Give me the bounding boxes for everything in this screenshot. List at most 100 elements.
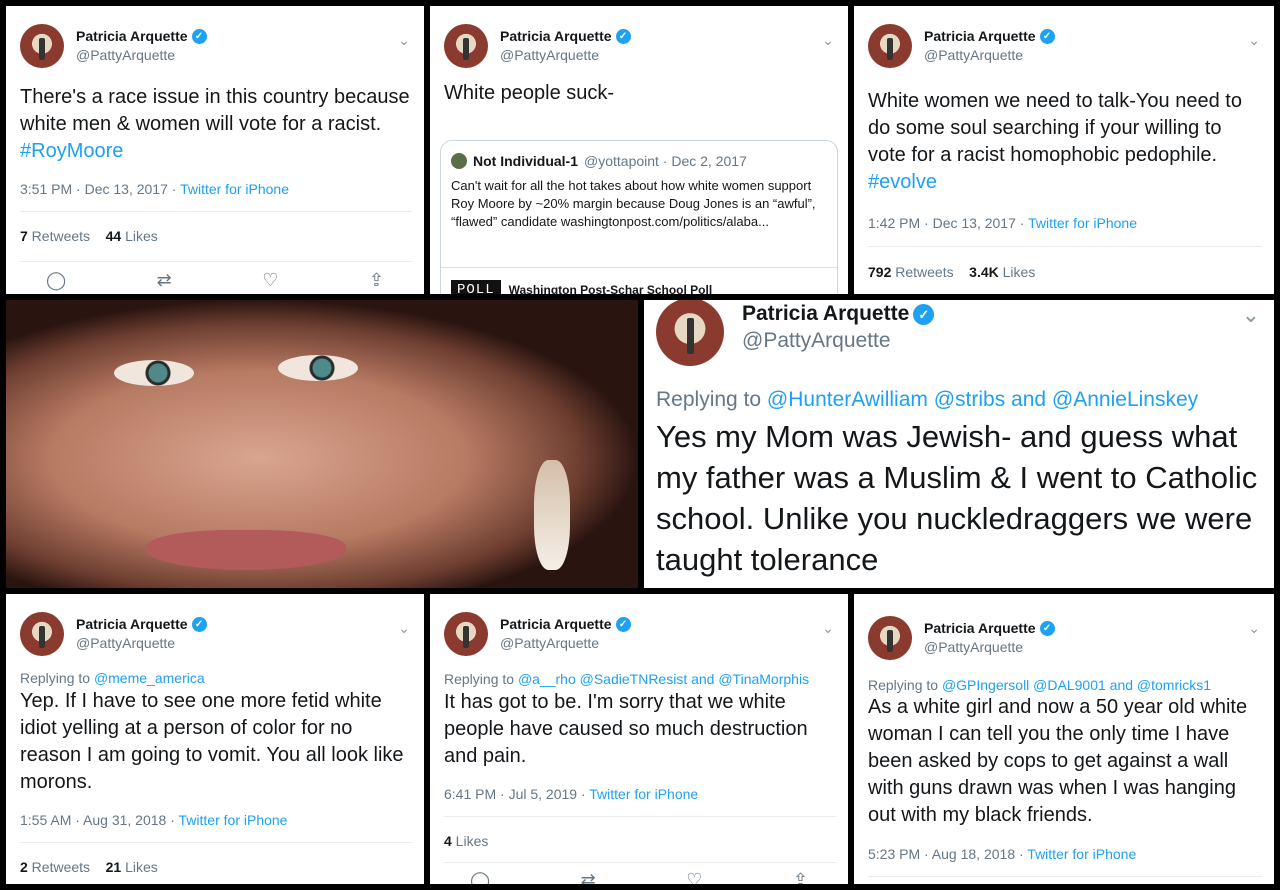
quoted-author-handle: @yottapoint · Dec 2, 2017	[584, 153, 747, 169]
like-count[interactable]: 21	[106, 859, 122, 875]
author-name[interactable]: Patricia Arquette	[500, 616, 612, 632]
tweet-card[interactable]: Patricia Arquette ✓ @PattyArquette ⌄ Repl…	[430, 594, 848, 884]
avatar[interactable]	[656, 300, 724, 366]
author-handle[interactable]: @PattyArquette	[924, 47, 1055, 63]
chevron-down-icon[interactable]: ⌄	[822, 32, 834, 49]
chevron-down-icon[interactable]: ⌄	[822, 620, 834, 637]
chevron-down-icon[interactable]: ⌄	[398, 620, 410, 637]
reply-mentions[interactable]: @a__rho @SadieTNResist and @TinaMorphis	[518, 671, 809, 687]
poll-title: Washington Post-Schar School Poll	[508, 282, 713, 295]
quoted-tweet-text: Can't wait for all the hot takes about h…	[451, 178, 816, 229]
share-icon[interactable]: ⇪	[369, 270, 384, 291]
tweet-stats: 4 Likes	[444, 833, 489, 849]
author-handle[interactable]: @PattyArquette	[76, 635, 207, 651]
like-icon[interactable]: ♡	[262, 270, 278, 291]
author-name[interactable]: Patricia Arquette	[500, 28, 612, 44]
tweet-text: There's a race issue in this country bec…	[20, 86, 410, 162]
reply-context: Replying to @GPIngersoll @DAL9001 and @t…	[868, 677, 1212, 693]
author-name[interactable]: Patricia Arquette	[924, 28, 1036, 44]
verified-icon: ✓	[615, 616, 631, 632]
retweet-count[interactable]: 2	[20, 859, 28, 875]
source-link[interactable]: Twitter for iPhone	[180, 181, 289, 197]
tweet-header: Patricia Arquette ✓ @PattyArquette	[868, 616, 1055, 660]
tweet-card[interactable]: Patricia Arquette ✓ @PattyArquette ⌄ Whit…	[854, 6, 1274, 294]
tweet-header: Patricia Arquette ✓ @PattyArquette	[20, 24, 207, 68]
reply-icon[interactable]: ◯	[46, 270, 66, 291]
author-name[interactable]: Patricia Arquette	[76, 28, 188, 44]
author-name[interactable]: Patricia Arquette	[76, 616, 188, 632]
tweet-text: It has got to be. I'm sorry that we whit…	[444, 691, 808, 767]
source-link[interactable]: Twitter for iPhone	[589, 786, 698, 802]
hashtag-link[interactable]: #evolve	[868, 171, 937, 193]
tweet-timestamp: 1:55 AM · Aug 31, 2018 · Twitter for iPh…	[20, 812, 288, 828]
quoted-tweet[interactable]: Not Individual-1 @yottapoint · Dec 2, 20…	[440, 140, 838, 294]
tweet-timestamp: 3:51 PM · Dec 13, 2017 · Twitter for iPh…	[20, 181, 289, 197]
retweet-icon[interactable]: ⇄	[581, 870, 596, 884]
chevron-down-icon[interactable]: ⌄	[1248, 620, 1260, 637]
verified-icon: ✓	[1039, 28, 1055, 44]
chevron-down-icon[interactable]: ⌄	[398, 32, 410, 49]
chevron-down-icon[interactable]: ⌄	[1248, 32, 1260, 49]
tweet-stats: 7 Retweets 44 Likes	[20, 228, 158, 244]
verified-icon: ✓	[615, 28, 631, 44]
tweet-header: Patricia Arquette ✓ @PattyArquette	[20, 612, 207, 656]
reply-mentions[interactable]: @meme_america	[94, 670, 205, 686]
reply-mentions[interactable]: @GPIngersoll @DAL9001 and @tomricks1	[942, 677, 1211, 693]
source-link[interactable]: Twitter for iPhone	[1028, 215, 1137, 231]
tweet-header: Patricia Arquette ✓ @PattyArquette	[444, 612, 631, 656]
author-name[interactable]: Patricia Arquette	[742, 302, 909, 326]
author-handle[interactable]: @PattyArquette	[76, 47, 207, 63]
verified-icon: ✓	[913, 303, 935, 325]
tweet-text: White women we need to talk-You need to …	[868, 90, 1242, 193]
tweet-timestamp: 1:42 PM · Dec 13, 2017 · Twitter for iPh…	[868, 215, 1137, 231]
tweet-card[interactable]: Patricia Arquette ✓ @PattyArquette ⌄ Ther…	[6, 6, 424, 294]
action-bar: ◯ ⇄ ♡ ⇪	[46, 270, 384, 291]
avatar[interactable]	[444, 612, 488, 656]
source-link[interactable]: Twitter for iPhone	[1027, 846, 1136, 862]
divider	[444, 862, 836, 863]
verified-icon: ✓	[191, 28, 207, 44]
chevron-down-icon[interactable]: ⌄	[1242, 302, 1260, 328]
avatar	[451, 153, 467, 169]
tweet-text: Yes my Mom was Jewish- and guess what my…	[656, 419, 1258, 577]
tweet-header: Patricia Arquette ✓ @PattyArquette	[868, 24, 1055, 68]
author-handle[interactable]: @PattyArquette	[924, 639, 1055, 655]
like-count[interactable]: 4	[444, 833, 452, 849]
tweet-card[interactable]: Patricia Arquette ✓ @PattyArquette ⌄ Repl…	[644, 300, 1274, 588]
share-icon[interactable]: ⇪	[793, 870, 808, 884]
like-count[interactable]: 3.4K	[969, 264, 999, 280]
verified-icon: ✓	[191, 616, 207, 632]
tweet-card[interactable]: Patricia Arquette ✓ @PattyArquette ⌄ Repl…	[854, 594, 1274, 884]
like-count[interactable]: 44	[106, 228, 122, 244]
quoted-tweet-header: Not Individual-1 @yottapoint · Dec 2, 20…	[451, 153, 747, 169]
author-handle[interactable]: @PattyArquette	[500, 47, 631, 63]
avatar[interactable]	[868, 616, 912, 660]
photo-eye	[278, 355, 358, 381]
divider	[868, 876, 1262, 877]
hashtag-link[interactable]: #RoyMoore	[20, 140, 123, 162]
like-icon[interactable]: ♡	[686, 870, 702, 884]
tweet-card[interactable]: Patricia Arquette ✓ @PattyArquette ⌄ Whit…	[430, 6, 848, 294]
avatar[interactable]	[868, 24, 912, 68]
retweet-icon[interactable]: ⇄	[157, 270, 172, 291]
tweet-header: Patricia Arquette ✓ @PattyArquette	[444, 24, 631, 68]
tweet-text: White people suck-	[444, 82, 615, 104]
source-link[interactable]: Twitter for iPhone	[179, 812, 288, 828]
avatar[interactable]	[444, 24, 488, 68]
author-handle[interactable]: @PattyArquette	[742, 329, 934, 353]
tweet-text: As a white girl and now a 50 year old wh…	[868, 696, 1248, 826]
photo-mouth	[146, 530, 346, 570]
reply-icon[interactable]: ◯	[470, 870, 490, 884]
author-handle[interactable]: @PattyArquette	[500, 635, 631, 651]
poll-badge: POLL	[451, 279, 501, 294]
link-preview[interactable]: POLL Washington Post-Schar School Poll	[441, 267, 837, 294]
avatar[interactable]	[20, 612, 64, 656]
avatar[interactable]	[20, 24, 64, 68]
author-name[interactable]: Patricia Arquette	[924, 620, 1036, 636]
tweet-text: Yep. If I have to see one more fetid whi…	[20, 690, 404, 793]
tweet-card[interactable]: Patricia Arquette ✓ @PattyArquette ⌄ Repl…	[6, 594, 424, 884]
retweet-count[interactable]: 7	[20, 228, 28, 244]
retweet-count[interactable]: 792	[868, 264, 891, 280]
reply-mentions[interactable]: @HunterAwilliam @stribs and @AnnieLinske…	[767, 388, 1198, 411]
action-bar: ◯ ⇄ ♡ ⇪	[470, 870, 808, 884]
